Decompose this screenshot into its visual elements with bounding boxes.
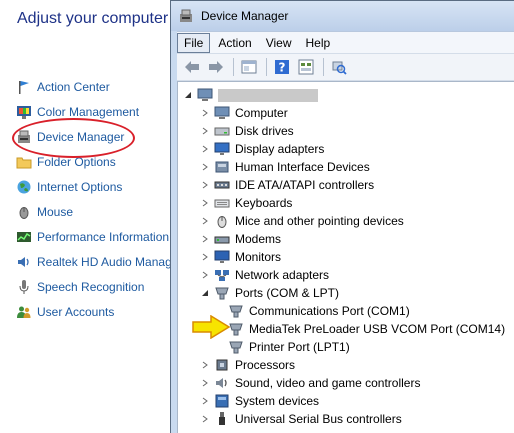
forward-arrow-icon xyxy=(209,61,223,73)
back-button[interactable] xyxy=(181,56,203,78)
expand-arrow-icon[interactable] xyxy=(200,198,210,208)
speaker-icon xyxy=(216,378,227,388)
expand-arrow-icon[interactable] xyxy=(200,180,210,190)
tree-node-system-devices[interactable]: System devices xyxy=(200,392,319,410)
cp-item-mouse[interactable]: Mouse xyxy=(16,202,73,222)
collapse-arrow-icon[interactable] xyxy=(183,90,193,100)
device-tree: Computer Disk drives Display adapters Hu… xyxy=(177,81,514,433)
port-icon xyxy=(215,287,229,300)
hid-icon xyxy=(215,161,229,173)
computer-icon xyxy=(197,88,213,101)
tree-root[interactable] xyxy=(183,86,318,104)
cp-item-realtek-audio[interactable]: Realtek HD Audio Manag xyxy=(16,252,172,272)
pointer-arrow-icon xyxy=(192,315,231,339)
system-device-icon xyxy=(215,394,229,408)
tree-node-sound[interactable]: Sound, video and game controllers xyxy=(200,374,420,392)
properties-button[interactable] xyxy=(238,56,260,78)
audio-icon xyxy=(18,257,29,267)
help-icon: ? xyxy=(275,60,289,75)
modem-icon xyxy=(214,236,230,244)
globe-icon xyxy=(17,180,31,194)
tree-child-lpt1[interactable]: Printer Port (LPT1) xyxy=(228,338,350,356)
menu-bar: File Action View Help xyxy=(177,31,514,53)
mouse-icon xyxy=(19,207,29,219)
help-button[interactable]: ? xyxy=(271,56,293,78)
tree-node-mice[interactable]: Mice and other pointing devices xyxy=(200,212,404,230)
properties-icon xyxy=(241,60,257,74)
display-adapter-icon xyxy=(214,142,230,155)
device-manager-icon xyxy=(180,9,192,22)
scan-hardware-icon xyxy=(332,61,347,75)
toolbar-separator xyxy=(266,58,267,76)
performance-icon xyxy=(17,232,31,242)
usb-icon xyxy=(219,412,225,425)
mouse-icon xyxy=(217,216,227,228)
device-manager-window: Device Manager File Action View Help ? C… xyxy=(170,0,514,433)
tree-node-keyboards[interactable]: Keyboards xyxy=(200,194,292,212)
toolbar-separator xyxy=(323,58,324,76)
tree-node-ide-ata[interactable]: IDE ATA/ATAPI controllers xyxy=(200,176,374,194)
title-bar[interactable]: Device Manager xyxy=(171,1,514,31)
expand-arrow-icon[interactable] xyxy=(200,216,210,226)
ide-controller-icon xyxy=(214,181,230,189)
computer-icon xyxy=(214,106,230,119)
show-hidden-icon xyxy=(298,59,314,75)
back-arrow-icon xyxy=(185,61,199,73)
monitor-icon xyxy=(214,250,230,263)
tree-child-mediatek-vcom[interactable]: MediaTek PreLoader USB VCOM Port (COM14) xyxy=(228,320,505,338)
microphone-icon xyxy=(19,280,29,294)
cp-item-action-center[interactable]: Action Center xyxy=(16,77,110,97)
toolbar-separator xyxy=(233,58,234,76)
tree-node-network-adapters[interactable]: Network adapters xyxy=(200,266,329,284)
tree-child-com1[interactable]: Communications Port (COM1) xyxy=(228,302,410,320)
disk-drive-icon xyxy=(214,127,230,136)
cp-item-user-accounts[interactable]: User Accounts xyxy=(16,302,114,322)
expand-arrow-icon[interactable] xyxy=(200,270,210,280)
port-icon xyxy=(229,341,243,354)
menu-help[interactable]: Help xyxy=(300,34,337,52)
scan-hardware-button[interactable] xyxy=(328,56,350,78)
menu-action[interactable]: Action xyxy=(212,34,257,52)
tree-node-monitors[interactable]: Monitors xyxy=(200,248,281,266)
network-adapter-icon xyxy=(215,270,229,281)
toolbar: ? xyxy=(177,53,514,81)
keyboard-icon xyxy=(214,199,230,208)
expand-arrow-icon[interactable] xyxy=(200,162,210,172)
expand-arrow-icon[interactable] xyxy=(200,414,210,424)
users-icon xyxy=(17,306,31,318)
tree-node-disk-drives[interactable]: Disk drives xyxy=(200,122,294,140)
cp-item-speech-recognition[interactable]: Speech Recognition xyxy=(16,277,144,297)
expand-arrow-icon[interactable] xyxy=(200,108,210,118)
menu-view[interactable]: View xyxy=(260,34,298,52)
expand-arrow-icon[interactable] xyxy=(200,252,210,262)
tree-node-usb[interactable]: Universal Serial Bus controllers xyxy=(200,410,402,428)
expand-arrow-icon[interactable] xyxy=(200,378,210,388)
tree-node-ports[interactable]: Ports (COM & LPT) xyxy=(200,284,339,302)
expand-arrow-icon[interactable] xyxy=(200,126,210,136)
expand-arrow-icon[interactable] xyxy=(200,144,210,154)
expand-arrow-icon[interactable] xyxy=(200,234,210,244)
folder-options-icon xyxy=(16,157,32,169)
show-hidden-button[interactable] xyxy=(295,56,317,78)
tree-node-display-adapters[interactable]: Display adapters xyxy=(200,140,324,158)
flag-icon xyxy=(19,81,29,94)
collapse-arrow-icon[interactable] xyxy=(200,288,210,298)
tree-node-hid[interactable]: Human Interface Devices xyxy=(200,158,370,176)
control-panel-title: Adjust your computer xyxy=(17,10,169,27)
highlight-circle xyxy=(12,118,135,158)
tree-node-computer[interactable]: Computer xyxy=(200,104,288,122)
expand-arrow-icon[interactable] xyxy=(200,396,210,406)
processor-icon xyxy=(216,359,228,371)
monitor-color-icon xyxy=(17,106,31,119)
cp-item-performance[interactable]: Performance Information xyxy=(16,227,169,247)
svg-text:?: ? xyxy=(279,61,286,75)
menu-file[interactable]: File xyxy=(177,32,211,53)
cp-item-internet-options[interactable]: Internet Options xyxy=(16,177,122,197)
tree-node-modems[interactable]: Modems xyxy=(200,230,281,248)
tree-node-processors[interactable]: Processors xyxy=(200,356,295,374)
window-title: Device Manager xyxy=(201,9,289,23)
forward-button[interactable] xyxy=(205,56,227,78)
expand-arrow-icon[interactable] xyxy=(200,360,210,370)
